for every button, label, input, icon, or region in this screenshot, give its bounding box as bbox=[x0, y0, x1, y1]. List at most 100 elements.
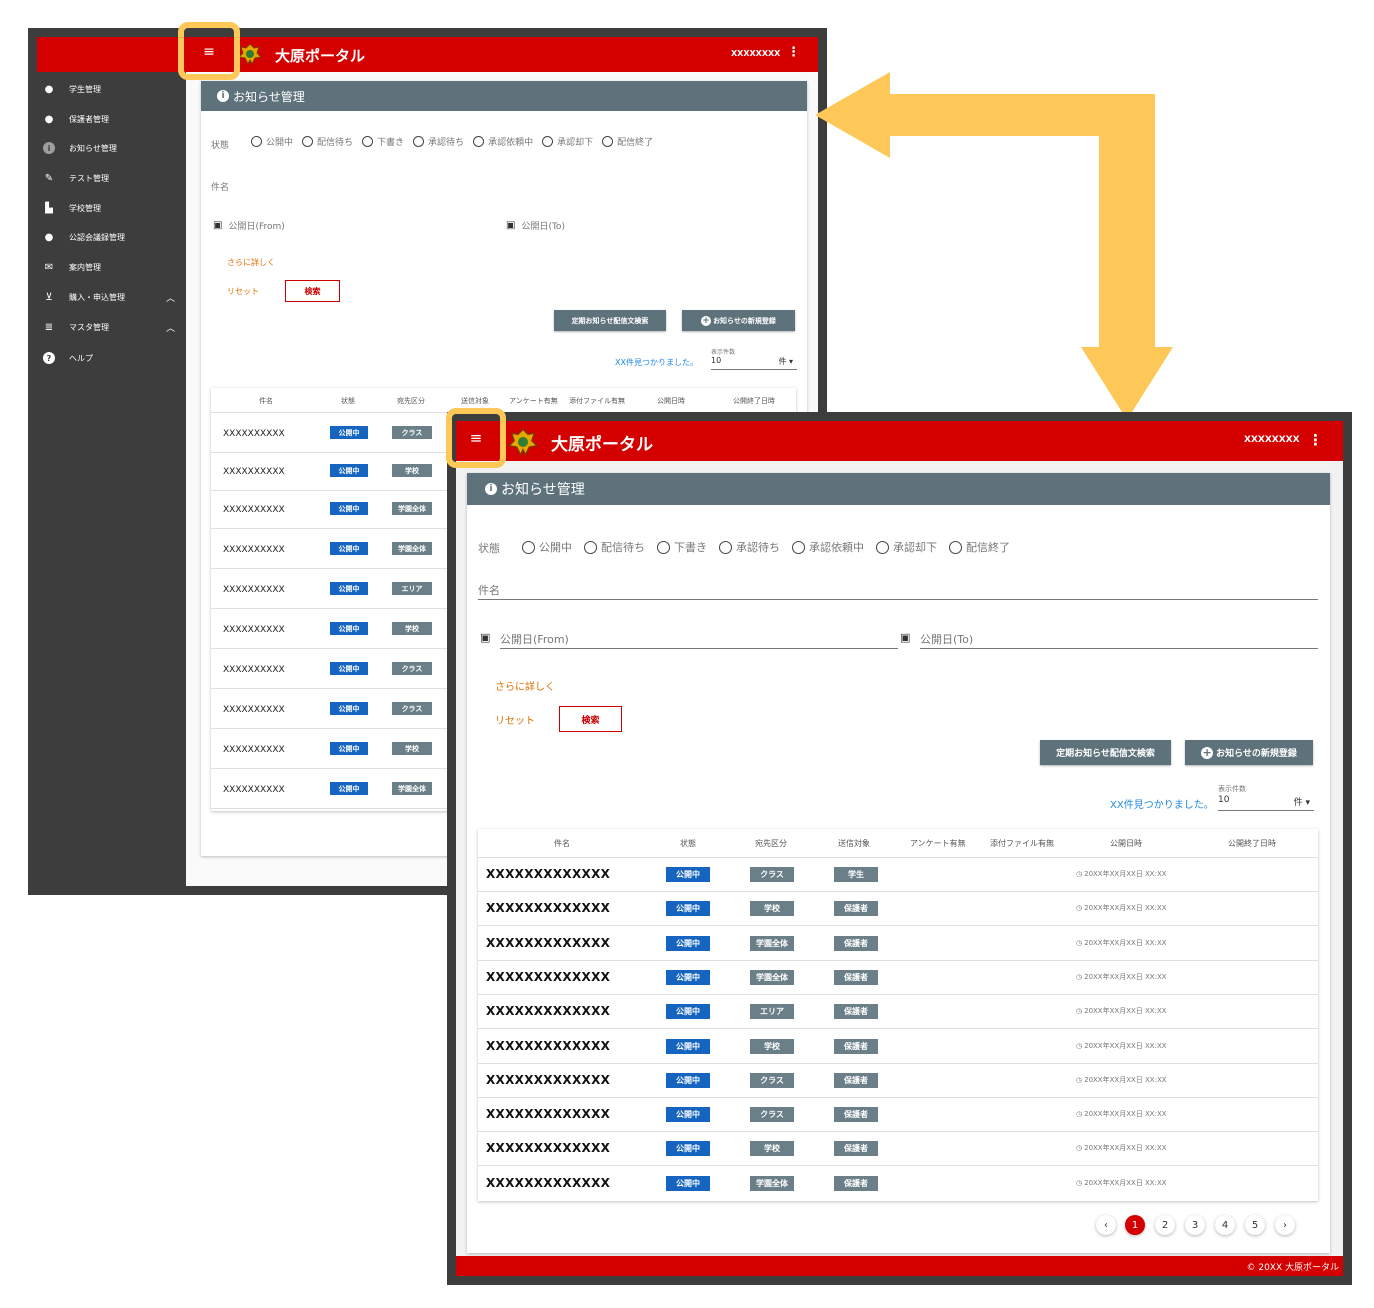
row-subject: XXXXXXXXXX bbox=[223, 705, 285, 715]
target-badge: 保護者 bbox=[834, 1004, 878, 1020]
menu-icon[interactable]: ≡ bbox=[194, 39, 224, 65]
clock-icon: ◷ bbox=[1076, 1041, 1083, 1050]
chevron-up-icon[interactable]: ︿ bbox=[166, 321, 175, 334]
per-page-label: 表示件数 bbox=[711, 349, 736, 356]
user-name[interactable]: XXXXXXXX bbox=[731, 49, 780, 58]
table-row[interactable]: XXXXXXXXXXXXX 公開中 学校 保護者 ◷ 20XX年XX月XX日 XX:XX bbox=[478, 891, 1318, 927]
pagination-prev-icon[interactable]: ‹ bbox=[1096, 1215, 1116, 1235]
help-icon: ? bbox=[43, 352, 55, 364]
row-subject: XXXXXXXXXXXXX bbox=[486, 1072, 611, 1087]
pagination-page[interactable]: 3 bbox=[1185, 1215, 1205, 1235]
subject-input[interactable]: 件名 bbox=[478, 579, 1318, 600]
row-subject: XXXXXXXXXX bbox=[223, 429, 285, 439]
target-badge: 保護者 bbox=[834, 969, 878, 985]
scheduled-search-button[interactable]: 定期お知らせ配信文検索 bbox=[1040, 740, 1171, 765]
date-from-input[interactable]: 公開日(From) bbox=[500, 628, 898, 649]
status-radio[interactable]: 承認依頼中 bbox=[473, 135, 533, 148]
table-row[interactable]: XXXXXXXXXXXXX 公開中 学園全体 保護者 ◷ 20XX年XX月XX日 XX:X… bbox=[478, 960, 1318, 995]
more-detail-link[interactable]: さらに詳しく bbox=[227, 257, 275, 268]
table-row[interactable]: XXXXXXXXXXXXX 公開中 学校 保護者 ◷ 20XX年XX月XX日 XX:XX bbox=[478, 1131, 1318, 1167]
table-header-cell: 状態 bbox=[680, 839, 696, 848]
date-to-field[interactable]: ▣ 公開日(To) bbox=[506, 219, 565, 232]
sidebar-item[interactable]: ✉ 案内管理 bbox=[43, 257, 183, 277]
user-name[interactable]: XXXXXXXX bbox=[1244, 435, 1300, 445]
target-badge: 保護者 bbox=[834, 935, 878, 951]
search-button[interactable]: 検索 bbox=[285, 280, 340, 302]
new-notice-button[interactable]: + お知らせの新規登録 bbox=[682, 310, 795, 331]
per-page-select[interactable]: 10 件 ▾ bbox=[711, 356, 797, 370]
sidebar-item-label: 保護者管理 bbox=[69, 114, 109, 124]
scheduled-search-button[interactable]: 定期お知らせ配信文検索 bbox=[554, 310, 666, 331]
pagination-next-icon[interactable]: › bbox=[1275, 1215, 1295, 1235]
status-radio[interactable]: 配信終了 bbox=[602, 135, 653, 148]
sidebar-item[interactable]: ● 公認会議録管理 bbox=[43, 227, 183, 247]
table-row[interactable]: XXXXXXXXXXXXX 公開中 エリア 保護者 ◷ 20XX年XX月XX日 XX:XX bbox=[478, 994, 1318, 1030]
per-page-label: 表示件数 bbox=[1218, 785, 1246, 793]
status-radio[interactable]: 下書き bbox=[657, 539, 707, 555]
table-row[interactable]: XXXXXXXXXXXXX 公開中 クラス 保護者 ◷ 20XX年XX月XX日 XX:XX bbox=[478, 1063, 1318, 1098]
sidebar-item[interactable]: ≣ マスタ管理 ︿ bbox=[43, 317, 183, 337]
pagination-page[interactable]: 1 bbox=[1125, 1215, 1145, 1235]
table-row[interactable]: XXXXXXXXXXXXX 公開中 クラス 学生 ◷ 20XX年XX月XX日 XX:XX bbox=[478, 857, 1318, 892]
reset-button[interactable]: リセット bbox=[227, 286, 259, 297]
status-badge: 公開中 bbox=[666, 1004, 710, 1020]
more-vert-icon[interactable]: ⋮ bbox=[1308, 431, 1323, 449]
status-badge: 公開中 bbox=[666, 1072, 710, 1088]
table-header-cell: 公開日時 bbox=[657, 397, 685, 405]
sidebar-item[interactable]: ✎ テスト管理 bbox=[43, 168, 183, 188]
pagination-page[interactable]: 5 bbox=[1245, 1215, 1265, 1235]
sidebar-item[interactable]: ⊻ 購入・申込管理 ︿ bbox=[43, 287, 183, 307]
new-notice-button[interactable]: + お知らせの新規登録 bbox=[1185, 740, 1313, 765]
table-header-cell: アンケート有無 bbox=[509, 397, 558, 405]
status-badge: 公開中 bbox=[330, 582, 368, 595]
sidebar-item[interactable]: ● 学生管理 bbox=[43, 79, 183, 99]
radio-circle-icon bbox=[584, 540, 597, 554]
more-detail-link[interactable]: さらに詳しく bbox=[495, 678, 555, 693]
radio-circle-icon bbox=[522, 540, 535, 554]
row-subject: XXXXXXXXXXXXX bbox=[486, 1107, 611, 1122]
date-to-input[interactable]: 公開日(To) bbox=[920, 628, 1318, 649]
status-radio[interactable]: 承認待ち bbox=[413, 135, 464, 148]
date-from-field[interactable]: ▣ 公開日(From) bbox=[213, 219, 285, 232]
destination-badge: 学校 bbox=[750, 1141, 794, 1157]
row-subject: XXXXXXXXXX bbox=[223, 665, 285, 675]
sidebar-item[interactable]: ▙ 学校管理 bbox=[43, 198, 183, 218]
sidebar-item-label: 学生管理 bbox=[69, 84, 101, 94]
published-date-text: 20XX年XX月XX日 XX:XX bbox=[1084, 1144, 1167, 1153]
radio-circle-icon bbox=[949, 540, 962, 554]
status-radio[interactable]: 承認待ち bbox=[719, 539, 780, 555]
reset-button[interactable]: リセット bbox=[495, 712, 535, 727]
status-radio[interactable]: 公開中 bbox=[251, 135, 293, 148]
status-radio[interactable]: 配信待ち bbox=[584, 539, 645, 555]
destination-badge: クラス bbox=[750, 867, 794, 882]
table-row[interactable]: XXXXXXXXXXXXX 公開中 学園全体 保護者 ◷ 20XX年XX月XX日 XX:X… bbox=[478, 926, 1318, 961]
status-radio[interactable]: 承認却下 bbox=[542, 135, 593, 148]
search-button[interactable]: 検索 bbox=[559, 706, 622, 732]
table-row[interactable]: XXXXXXXXXXXXX 公開中 クラス 保護者 ◷ 20XX年XX月XX日 XX:XX bbox=[478, 1097, 1318, 1133]
more-vert-icon[interactable]: ⋮ bbox=[787, 45, 800, 60]
published-date: ◷ 20XX年XX月XX日 XX:XX bbox=[1076, 1075, 1167, 1085]
status-radio[interactable]: 公開中 bbox=[522, 539, 572, 555]
status-radio[interactable]: 下書き bbox=[362, 135, 404, 148]
published-date-text: 20XX年XX月XX日 XX:XX bbox=[1084, 904, 1167, 913]
row-subject: XXXXXXXXXXXXX bbox=[486, 969, 611, 984]
pagination-page[interactable]: 2 bbox=[1155, 1215, 1175, 1235]
menu-icon[interactable]: ≡ bbox=[460, 424, 492, 452]
table-row[interactable]: XXXXXXXXXXXXX 公開中 学園全体 保護者 ◷ 20XX年XX月XX日 XX:X… bbox=[478, 1166, 1318, 1200]
target-badge: 保護者 bbox=[834, 1072, 878, 1088]
sidebar-item[interactable]: i お知らせ管理 bbox=[43, 138, 183, 158]
table-row[interactable]: XXXXXXXXXXXXX 公開中 学校 保護者 ◷ 20XX年XX月XX日 XX:XX bbox=[478, 1029, 1318, 1064]
sidebar-item[interactable]: ● 保護者管理 bbox=[43, 109, 183, 129]
pagination-page[interactable]: 4 bbox=[1215, 1215, 1235, 1235]
status-radio[interactable]: 承認却下 bbox=[876, 539, 937, 555]
status-radio[interactable]: 配信待ち bbox=[302, 135, 353, 148]
status-radio[interactable]: 承認依頼中 bbox=[792, 539, 864, 555]
per-page-select[interactable]: 10 件 ▾ bbox=[1218, 795, 1314, 811]
chevron-up-icon[interactable]: ︿ bbox=[166, 291, 175, 304]
info-icon: i bbox=[485, 483, 497, 495]
status-option-label: 承認依頼中 bbox=[488, 138, 534, 148]
sidebar-item[interactable]: ? ヘルプ bbox=[43, 348, 183, 368]
status-radio[interactable]: 配信終了 bbox=[949, 539, 1010, 555]
radio-circle-icon bbox=[251, 136, 262, 147]
mail-icon: ✉ bbox=[44, 261, 54, 273]
